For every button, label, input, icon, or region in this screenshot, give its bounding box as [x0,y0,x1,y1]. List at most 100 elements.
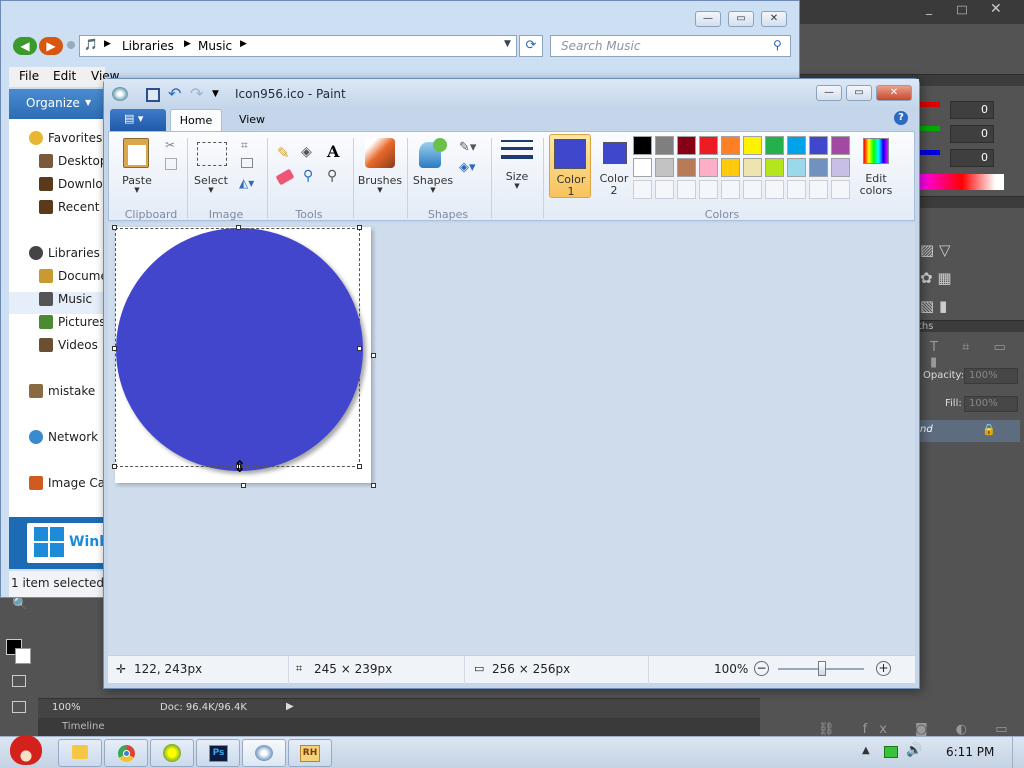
paint-close-button[interactable]: ✕ [876,85,912,101]
nav-item-desktop[interactable]: Desktop [9,154,105,176]
breadcrumb-libraries[interactable]: Libraries [122,39,174,53]
palette-swatch[interactable] [831,136,850,155]
organize-button[interactable]: Organize [26,96,80,110]
quick-mask-icon[interactable] [12,675,26,687]
edit-colors-button[interactable]: Edit colors [853,136,899,202]
nav-item-mistake[interactable]: mistake [9,384,105,406]
copy-icon[interactable] [165,158,177,170]
paint-maximize-button[interactable]: ▭ [846,85,872,101]
breadcrumb-separator-icon[interactable]: ▶ [240,39,247,49]
refresh-button[interactable]: ⟳ [519,35,543,57]
custom-color-slot[interactable] [677,180,696,199]
resize-icon[interactable] [241,158,253,168]
breadcrumb-separator-icon[interactable]: ▶ [104,39,111,49]
selection-handle[interactable] [357,346,362,351]
nav-item-documents[interactable]: Documents [9,269,105,291]
canvas-resize-handle[interactable] [371,483,376,488]
ps-layer-row[interactable]: nd 🔒 [918,420,1020,442]
custom-color-slot[interactable] [765,180,784,199]
show-hidden-icons-icon[interactable]: ▲ [862,745,870,756]
palette-swatch[interactable] [765,136,784,155]
palette-swatch[interactable] [831,158,850,177]
palette-swatch[interactable] [633,158,652,177]
palette-swatch[interactable] [809,158,828,177]
ps-green-value[interactable]: 0 [950,125,994,143]
redo-icon[interactable]: ↷ [190,84,203,103]
image-canvas[interactable]: ⇕ [112,225,376,488]
search-input[interactable]: Search Music ⚲ [550,35,791,57]
ps-blue-slider-track[interactable] [920,150,940,155]
play-icon[interactable]: ▶ [286,701,294,712]
ps-red-value[interactable]: 0 [950,101,994,119]
selection-handle[interactable] [357,464,362,469]
selection-handle[interactable] [112,346,117,351]
selection-rectangle[interactable] [115,228,360,467]
volume-icon[interactable]: 🔊 [906,743,922,758]
paste-button[interactable]: Paste ▼ [115,136,159,196]
search-icon[interactable]: ⚲ [773,38,782,52]
nav-item-pictures[interactable]: Pictures [9,315,105,337]
nav-item-recent-places[interactable]: Recent Places [9,200,105,222]
explorer-maximize-button[interactable]: ▭ [728,11,754,27]
palette-swatch[interactable] [765,158,784,177]
taskbar-chrome[interactable] [104,739,148,767]
palette-swatch[interactable] [699,136,718,155]
promo-banner[interactable]: Winb [9,517,109,569]
paint-minimize-button[interactable]: — [816,85,842,101]
ps-close-button[interactable]: ✕ [990,1,1002,17]
ps-red-slider-track[interactable] [920,102,940,107]
cut-icon[interactable]: ✂ [165,138,175,152]
clock[interactable]: 6:11 PM [946,745,994,759]
rotate-icon[interactable]: ◭▾ [239,176,254,190]
color-picker-icon[interactable]: ⚲ [303,168,313,184]
tab-home[interactable]: Home [170,109,222,132]
help-icon[interactable]: ? [894,111,908,125]
palette-swatch[interactable] [721,158,740,177]
crop-icon[interactable]: ⌗ [241,138,248,153]
nav-item-libraries[interactable]: Libraries [9,246,105,268]
pencil-icon[interactable]: ✎ [277,144,290,162]
address-bar[interactable]: 🎵 ▶ Libraries ▶ Music ▶ ▼ [79,35,517,57]
shape-fill-icon[interactable]: ◈▾ [459,160,476,175]
tab-view[interactable]: View [230,113,274,126]
breadcrumb-music[interactable]: Music [198,39,232,53]
menu-edit[interactable]: Edit [53,69,76,83]
save-icon[interactable] [146,88,160,102]
undo-icon[interactable]: ↶ [168,84,181,103]
custom-color-slot[interactable] [655,180,674,199]
custom-color-slot[interactable] [743,180,762,199]
palette-swatch[interactable] [743,158,762,177]
palette-swatch[interactable] [677,158,696,177]
ps-color-ramp[interactable] [920,174,1004,190]
palette-swatch[interactable] [721,136,740,155]
quick-access-dropdown-icon[interactable]: ▼ [212,89,219,99]
taskbar-game[interactable] [150,739,194,767]
ps-timeline-label[interactable]: Timeline [62,721,105,732]
breadcrumb-separator-icon[interactable]: ▶ [184,39,191,49]
fill-icon[interactable]: ◈ [301,144,312,160]
color2-button[interactable]: Color 2 [595,134,633,198]
recent-pages-dropdown[interactable] [67,41,75,49]
palette-swatch[interactable] [787,136,806,155]
canvas-resize-handle[interactable] [241,483,246,488]
nav-item-videos[interactable]: Videos [9,338,105,360]
screen-mode-icon[interactable] [12,701,26,713]
explorer-close-button[interactable]: ✕ [761,11,787,27]
shapes-button[interactable]: Shapes ▼ [411,136,455,198]
taskbar-photoshop[interactable]: Ps [196,739,240,767]
taskbar-paint[interactable] [242,739,286,767]
paint-file-menu-button[interactable]: ▤ ▾ [110,109,166,131]
nav-item-favorites[interactable]: Favorites [9,131,105,153]
palette-swatch[interactable] [655,136,674,155]
ps-restore-button[interactable] [957,5,967,15]
nav-item-network[interactable]: Network [9,430,105,452]
palette-swatch[interactable] [633,136,652,155]
size-button[interactable]: Size ▼ [497,136,537,198]
forward-button[interactable]: ▶ [39,37,63,55]
select-button[interactable]: Select ▼ [191,136,231,198]
start-button[interactable] [6,731,48,767]
custom-color-slot[interactable] [699,180,718,199]
custom-color-slot[interactable] [633,180,652,199]
palette-swatch[interactable] [787,158,806,177]
nav-item-downloads[interactable]: Downloads [9,177,105,199]
